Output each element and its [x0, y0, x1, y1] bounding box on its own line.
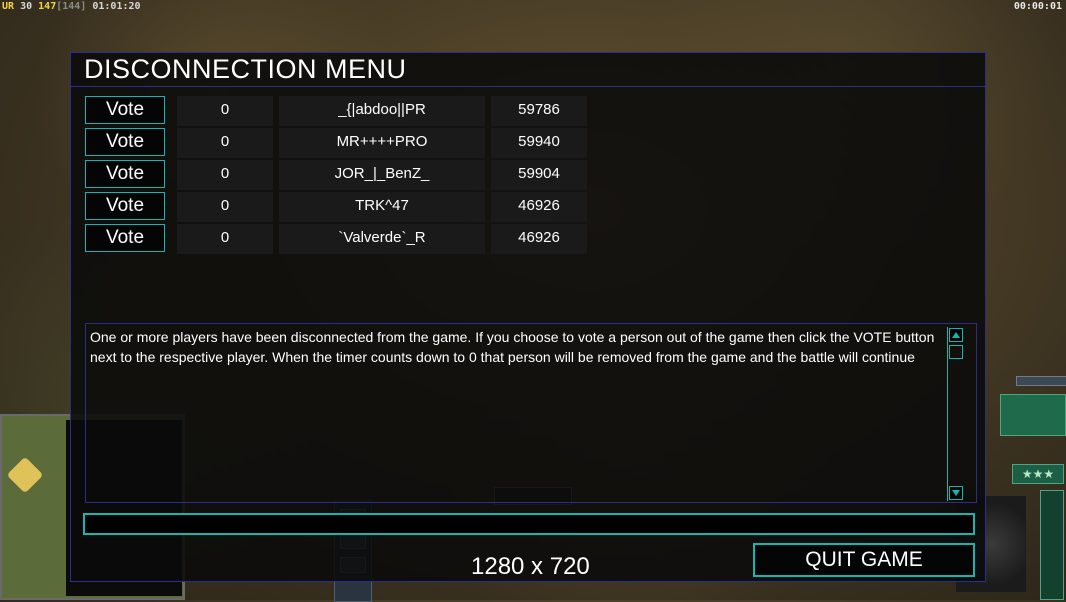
timer-readout: 00:00:01 — [1013, 1, 1062, 12]
vote-count: 0 — [177, 192, 273, 222]
vote-count: 0 — [177, 224, 273, 254]
scroll-down-arrow-icon[interactable] — [949, 486, 963, 500]
chat-input[interactable] — [83, 513, 975, 535]
power-meter — [1040, 490, 1064, 600]
disconnect-message: One or more players have been disconnect… — [90, 329, 935, 365]
vote-button[interactable]: Vote — [85, 96, 165, 124]
player-name: `Valverde`_R — [279, 224, 485, 254]
hud-value-a: 30 — [20, 1, 33, 12]
resource-readout: UR 30 147[144] 01:01:20 — [2, 1, 141, 12]
vote-button[interactable]: Vote — [85, 128, 165, 156]
player-name: JOR_|_BenZ_ — [279, 160, 485, 190]
message-scrollbar[interactable] — [947, 327, 964, 501]
quit-game-button[interactable]: QUIT GAME — [753, 543, 975, 577]
player-name: _{|abdoo||PR — [279, 96, 485, 126]
power-strip — [1016, 376, 1066, 386]
top-hud-bar: UR 30 147[144] 01:01:20 00:00:01 — [0, 0, 1066, 14]
vote-button[interactable]: Vote — [85, 224, 165, 252]
dialog-title: DISCONNECTION MENU — [84, 54, 407, 84]
vote-count: 0 — [177, 128, 273, 158]
player-ping: 46926 — [491, 192, 587, 222]
vote-button[interactable]: Vote — [85, 192, 165, 220]
player-ping: 59940 — [491, 128, 587, 158]
message-panel: One or more players have been disconnect… — [85, 323, 977, 503]
disconnection-dialog: DISCONNECTION MENU Vote 0 _{|abdoo||PR 5… — [70, 52, 986, 582]
hud-prefix: UR — [2, 1, 15, 12]
resolution-label: 1280 x 720 — [471, 553, 590, 580]
game-clock: 01:01:20 — [92, 1, 141, 12]
hud-value-b: 147 — [38, 1, 57, 12]
vote-button[interactable]: Vote — [85, 160, 165, 188]
player-ping: 59786 — [491, 96, 587, 126]
satellite-power-icon[interactable] — [1000, 394, 1066, 436]
player-name: MR++++PRO — [279, 128, 485, 158]
player-ping: 59904 — [491, 160, 587, 190]
scroll-up-arrow-icon[interactable] — [949, 328, 963, 342]
player-name: TRK^47 — [279, 192, 485, 222]
player-ping: 46926 — [491, 224, 587, 254]
hud-value-c: [144] — [56, 1, 87, 12]
title-divider — [71, 86, 985, 87]
scroll-thumb[interactable] — [949, 345, 963, 359]
vote-count: 0 — [177, 96, 273, 126]
minimap-base-marker — [6, 456, 44, 494]
vote-count: 0 — [177, 160, 273, 190]
rank-stars: ★★★ — [1012, 464, 1064, 484]
